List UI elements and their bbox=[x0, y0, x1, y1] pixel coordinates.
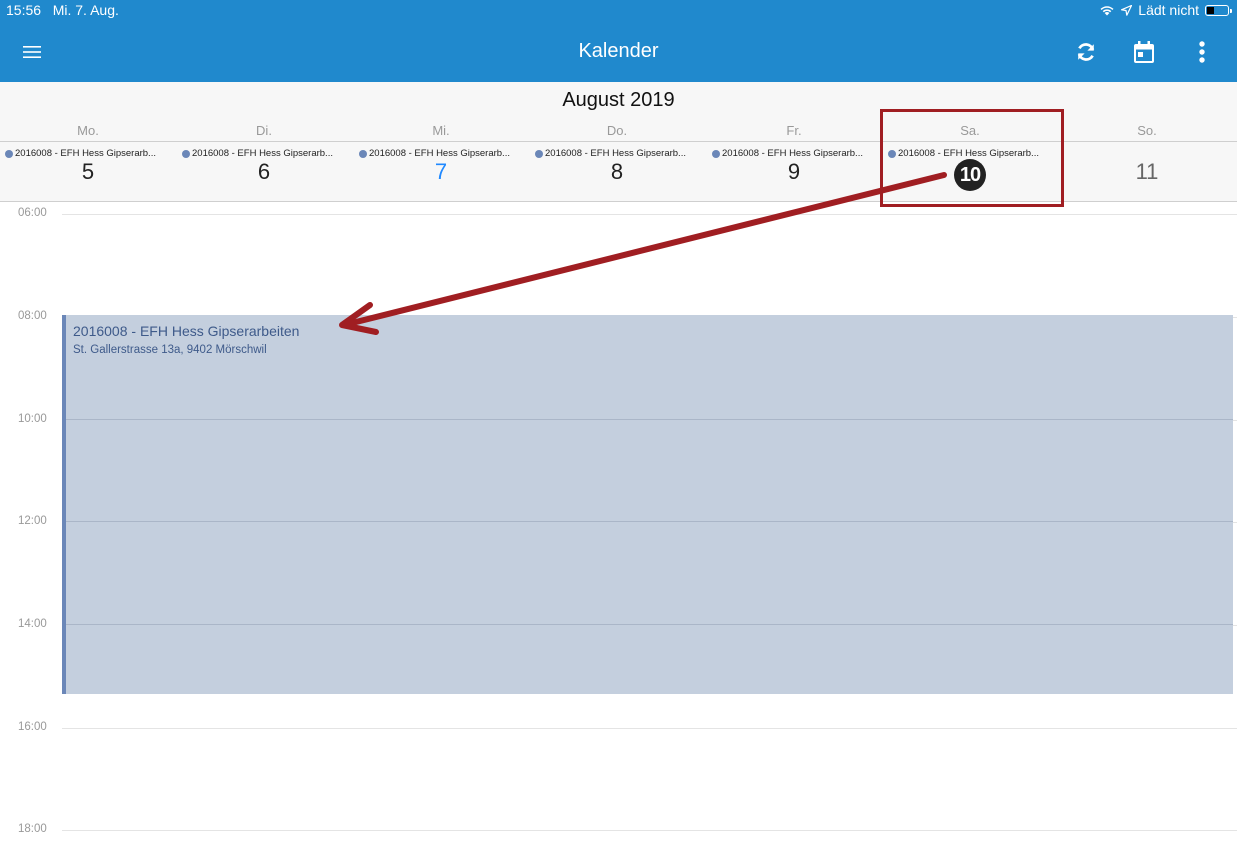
annotation-arrow-icon bbox=[339, 172, 947, 335]
